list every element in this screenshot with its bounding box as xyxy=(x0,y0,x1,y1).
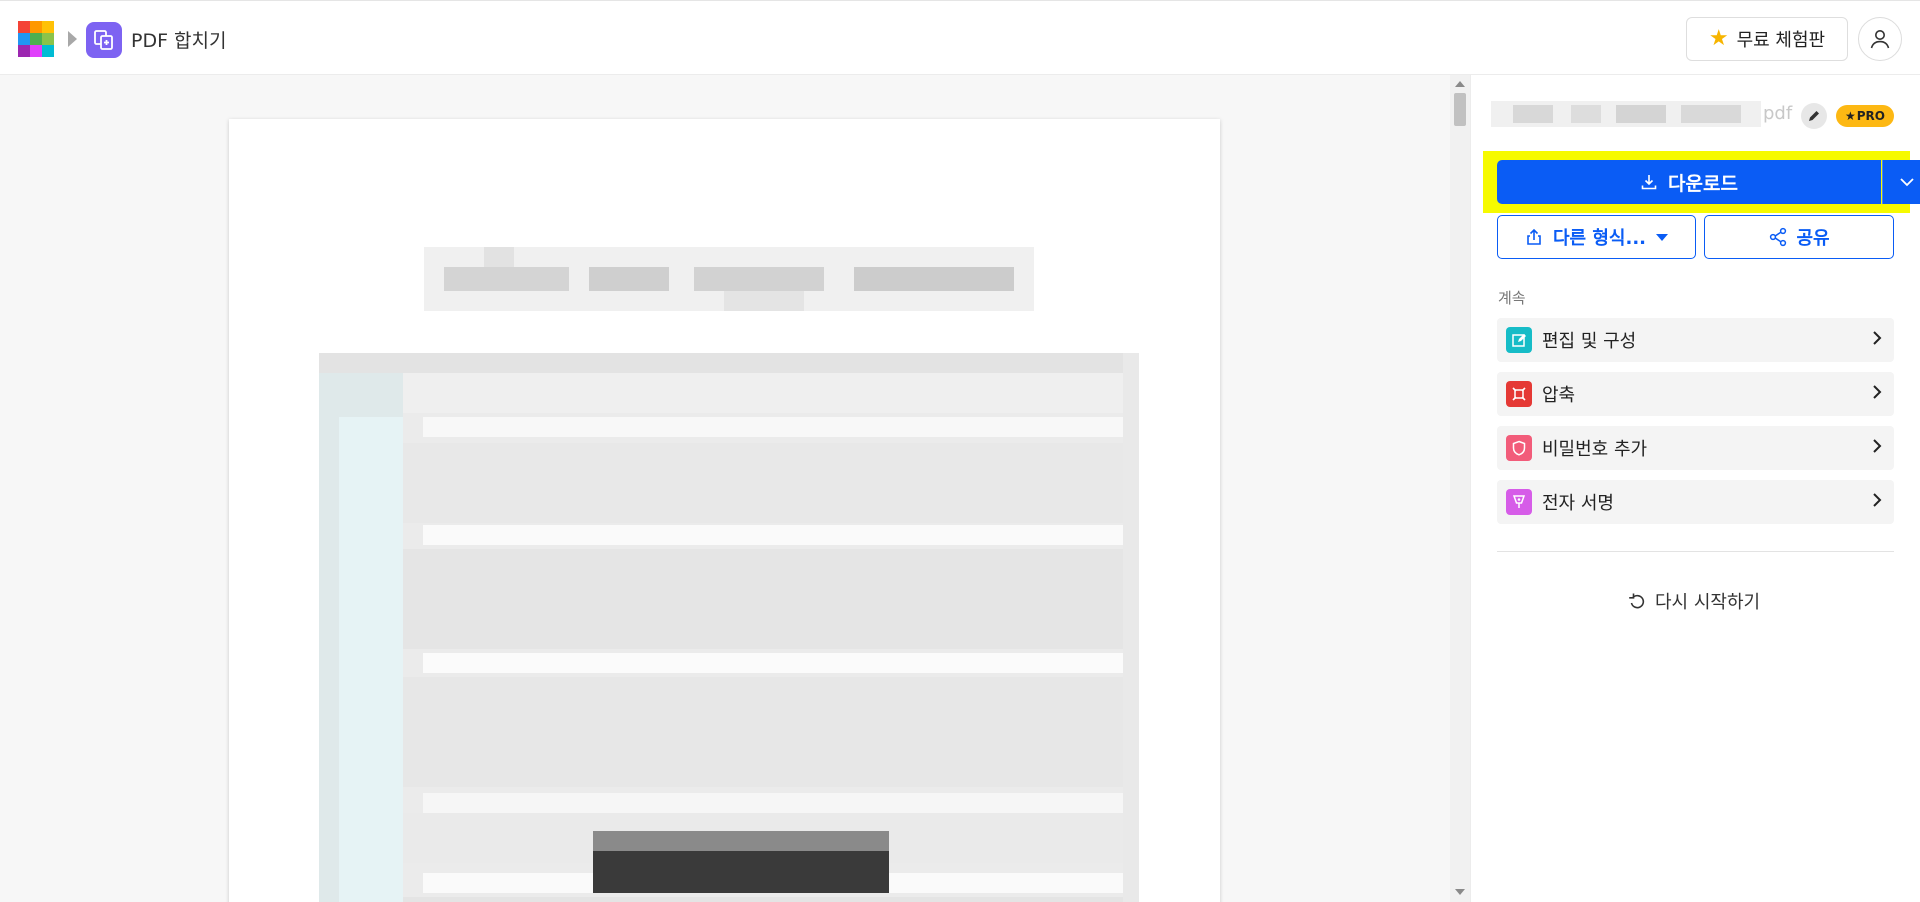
next-tool-add-password[interactable]: 비밀번호 추가 xyxy=(1497,426,1894,470)
share-label: 공유 xyxy=(1796,228,1830,249)
next-tool-label: 비밀번호 추가 xyxy=(1542,439,1648,460)
next-tool-label: 전자 서명 xyxy=(1542,493,1614,514)
merge-pdf-icon xyxy=(86,22,122,58)
pencil-icon xyxy=(1809,111,1819,121)
other-format-label: 다른 형식... xyxy=(1552,228,1647,249)
result-panel: pdf ★ PRO 다운로드 다른 형식... 공유 계속 편집 및 구성 압축… xyxy=(1470,75,1920,902)
free-trial-label: 무료 체험판 xyxy=(1736,30,1826,51)
file-extension: pdf xyxy=(1763,103,1793,124)
next-tool-edit-organize[interactable]: 편집 및 구성 xyxy=(1497,318,1894,362)
pro-badge-label: PRO xyxy=(1856,109,1885,123)
document-preview xyxy=(0,75,1450,902)
app-logo[interactable] xyxy=(18,21,54,57)
restart-icon xyxy=(1629,593,1645,609)
compress-icon xyxy=(1506,381,1532,407)
next-tool-compress[interactable]: 압축 xyxy=(1497,372,1894,416)
tool-title: PDF 합치기 xyxy=(131,30,227,52)
chevron-right-icon xyxy=(1872,384,1882,405)
redacted-table xyxy=(319,353,1139,902)
restart-button[interactable]: 다시 시작하기 xyxy=(1627,588,1760,614)
next-tool-e-sign[interactable]: 전자 서명 xyxy=(1497,480,1894,524)
pro-badge: ★ PRO xyxy=(1836,105,1894,127)
download-label: 다운로드 xyxy=(1668,172,1738,195)
free-trial-button[interactable]: ★ 무료 체험판 xyxy=(1686,17,1848,61)
chevron-down-icon xyxy=(1899,178,1914,187)
pen-icon xyxy=(1506,489,1532,515)
breadcrumb-arrow-icon xyxy=(68,31,77,47)
download-options-button[interactable] xyxy=(1882,160,1920,204)
next-tool-label: 편집 및 구성 xyxy=(1542,331,1637,352)
chevron-right-icon xyxy=(1872,492,1882,513)
redacted-filename xyxy=(1491,101,1761,127)
star-icon: ★ xyxy=(1844,109,1856,123)
shield-icon xyxy=(1506,435,1532,461)
chevron-right-icon xyxy=(1872,330,1882,351)
scroll-down-arrow-icon[interactable] xyxy=(1455,889,1465,895)
next-tool-label: 압축 xyxy=(1542,385,1576,406)
download-button[interactable]: 다운로드 xyxy=(1497,160,1881,204)
export-icon xyxy=(1527,228,1541,245)
top-bar: PDF 합치기 ★ 무료 체험판 xyxy=(0,0,1920,75)
edit-icon xyxy=(1506,327,1532,353)
preview-scrollbar[interactable] xyxy=(1450,75,1470,902)
scroll-up-arrow-icon[interactable] xyxy=(1455,81,1465,87)
share-button[interactable]: 공유 xyxy=(1704,215,1894,259)
restart-label: 다시 시작하기 xyxy=(1655,592,1761,613)
section-divider xyxy=(1497,551,1894,552)
download-icon xyxy=(1641,175,1657,190)
user-account-button[interactable] xyxy=(1858,17,1902,61)
caret-down-icon xyxy=(1656,233,1669,241)
chevron-right-icon xyxy=(1872,438,1882,459)
redacted-title xyxy=(424,247,1034,311)
pdf-page xyxy=(229,119,1220,902)
edit-filename-button[interactable] xyxy=(1801,103,1827,129)
share-icon xyxy=(1770,227,1787,247)
continue-section-label: 계속 xyxy=(1498,289,1526,307)
user-icon xyxy=(1870,30,1890,49)
other-format-button[interactable]: 다른 형식... xyxy=(1497,215,1696,259)
star-icon: ★ xyxy=(1708,26,1729,51)
scroll-thumb[interactable] xyxy=(1454,93,1466,126)
